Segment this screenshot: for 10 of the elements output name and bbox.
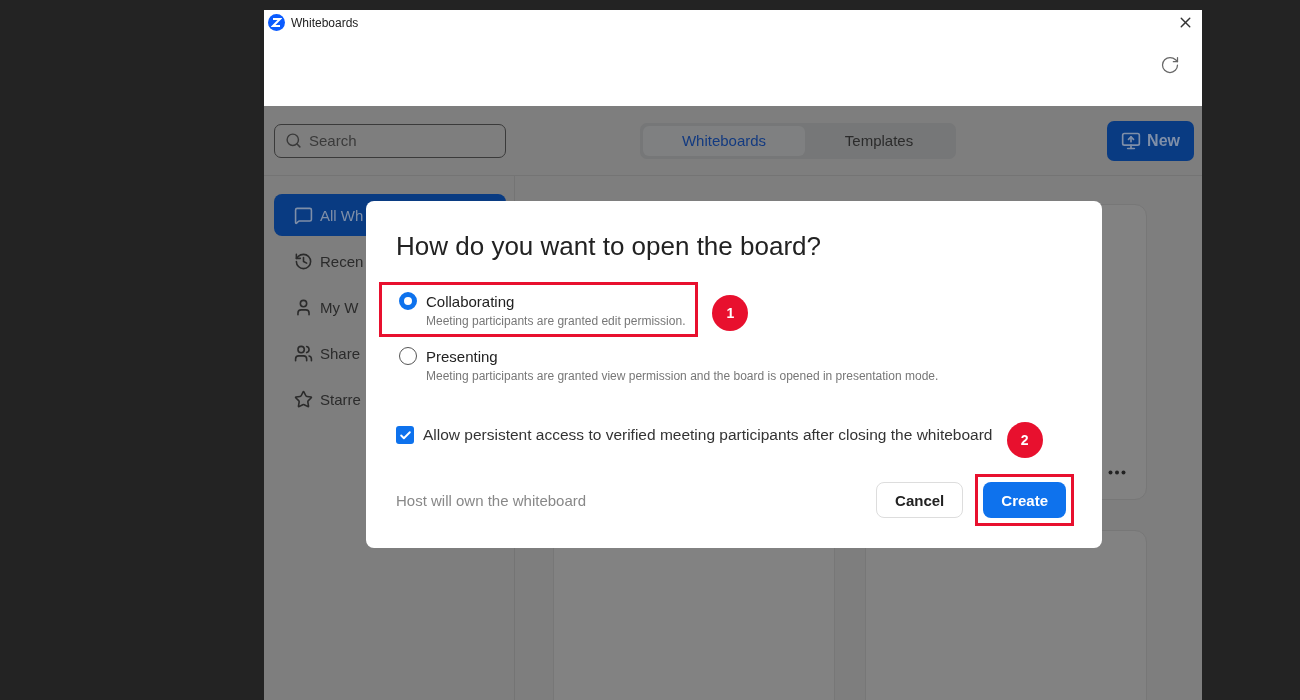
window-title: Whiteboards (291, 15, 360, 30)
option-description: Meeting participants are granted edit permission. (426, 314, 686, 328)
option-description: Meeting participants are granted view permission and the board is opened in presentation mode. (426, 369, 939, 383)
option-label: Presenting (426, 347, 499, 365)
step-badge: 1 (712, 295, 749, 331)
dialog-title: How do you want to open the board? (396, 231, 822, 262)
owner-note: Host will own the whiteboard (396, 491, 588, 509)
option-label: Collaborating (426, 292, 516, 310)
checkbox-label: Allow persistent access to verified meeting participants after closing the whiteboard (423, 426, 993, 444)
step-badge: 2 (1006, 422, 1043, 458)
